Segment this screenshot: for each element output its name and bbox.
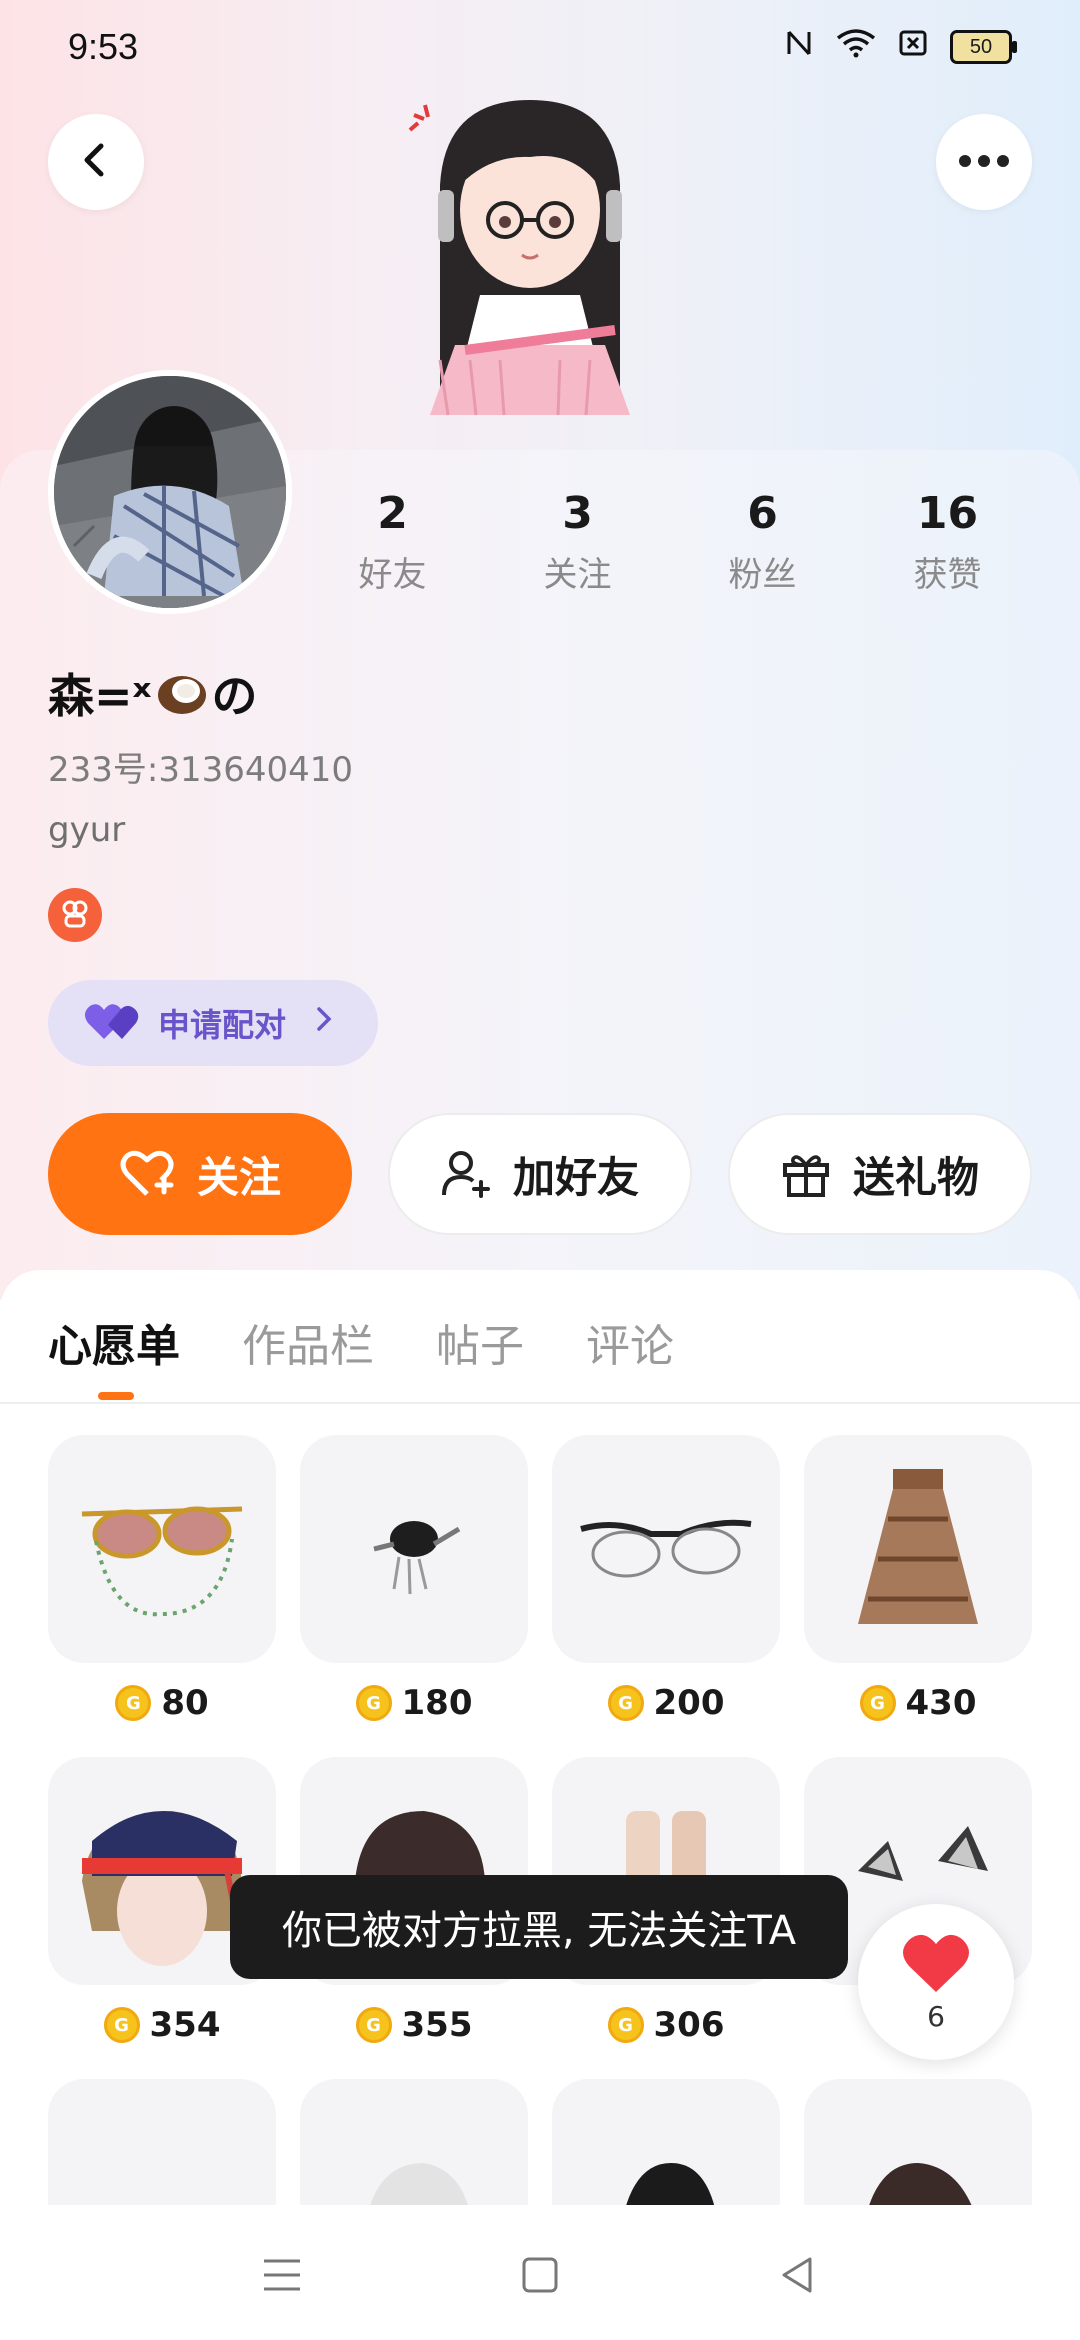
item-price: G 80 bbox=[48, 1683, 276, 1723]
tab-comments[interactable]: 评论 bbox=[586, 1310, 674, 1374]
tab-posts[interactable]: 帖子 bbox=[436, 1310, 524, 1374]
system-nav-bar bbox=[0, 2205, 1080, 2340]
triangle-back-icon bbox=[782, 2257, 812, 2293]
3d-avatar-girl-icon bbox=[400, 95, 680, 455]
follow-label: 关注 bbox=[196, 1152, 281, 1202]
price-value: 306 bbox=[653, 2005, 725, 2045]
hair-clip-icon bbox=[300, 1435, 528, 1663]
back-button[interactable] bbox=[48, 114, 144, 210]
tab-works[interactable]: 作品栏 bbox=[242, 1310, 374, 1374]
divider bbox=[0, 1402, 1080, 1404]
username: 森=ˣ の bbox=[48, 660, 258, 726]
tab-wishlist[interactable]: 心愿单 bbox=[48, 1310, 180, 1374]
send-gift-label: 送礼物 bbox=[852, 1152, 979, 1202]
coin-icon: G bbox=[859, 1685, 896, 1721]
status-bar: 9:53 50 bbox=[0, 0, 1080, 96]
square-icon bbox=[522, 2257, 558, 2293]
price-value: 200 bbox=[653, 1683, 725, 1723]
price-value: 354 bbox=[149, 2005, 221, 2045]
username-prefix: 森=ˣ bbox=[48, 669, 152, 723]
item-price: G 355 bbox=[300, 2005, 528, 2045]
tab-indicator bbox=[98, 1392, 134, 1400]
nfc-icon bbox=[784, 28, 814, 66]
stat-friends[interactable]: 2 好友 bbox=[300, 488, 485, 596]
menu-nav-button[interactable] bbox=[252, 2245, 312, 2305]
chevron-left-icon bbox=[76, 140, 116, 184]
price-value: 80 bbox=[161, 1683, 209, 1723]
user-bio: gyur bbox=[48, 810, 126, 850]
add-user-icon bbox=[441, 1151, 490, 1198]
coconut-emoji-icon bbox=[156, 671, 208, 715]
follow-button[interactable]: 关注 bbox=[48, 1113, 352, 1235]
like-count: 6 bbox=[927, 1999, 945, 2033]
toast-message: 你已被对方拉黑, 无法关注TA bbox=[230, 1875, 848, 1979]
coin-icon: G bbox=[607, 1685, 644, 1721]
menu-icon bbox=[264, 2259, 300, 2291]
tab-bar: 心愿单 作品栏 帖子 评论 bbox=[48, 1310, 674, 1374]
status-icons: 50 bbox=[784, 28, 1017, 66]
item-price: G 306 bbox=[552, 2005, 780, 2045]
battery-indicator: 50 bbox=[950, 30, 1017, 64]
stat-fans[interactable]: 6 粉丝 bbox=[670, 488, 855, 596]
item-price: G 430 bbox=[804, 1683, 1032, 1723]
price-value: 180 bbox=[401, 1683, 473, 1723]
heart-plus-icon bbox=[120, 1150, 174, 1196]
item-price: G 180 bbox=[300, 1683, 528, 1723]
coin-icon: G bbox=[355, 1685, 392, 1721]
add-friend-label: 加好友 bbox=[512, 1152, 639, 1202]
apply-pair-label: 申请配对 bbox=[158, 1006, 287, 1044]
home-nav-button[interactable] bbox=[510, 2245, 570, 2305]
stat-value: 2 bbox=[377, 488, 408, 539]
stat-value: 6 bbox=[747, 488, 778, 539]
group-badge[interactable] bbox=[48, 888, 102, 942]
stat-label: 粉丝 bbox=[728, 555, 797, 595]
stat-following[interactable]: 3 关注 bbox=[485, 488, 670, 596]
send-gift-button[interactable]: 送礼物 bbox=[728, 1113, 1032, 1235]
coin-icon: G bbox=[115, 1685, 152, 1721]
wishlist-item[interactable]: G 180 bbox=[300, 1435, 528, 1723]
wishlist-item[interactable]: G 80 bbox=[48, 1435, 276, 1723]
profile-stats: 2 好友 3 关注 6 粉丝 16 获赞 bbox=[300, 488, 1040, 596]
group-icon bbox=[58, 896, 92, 934]
chevron-right-icon bbox=[314, 1003, 334, 1043]
apply-pair-button[interactable]: 申请配对 bbox=[48, 980, 378, 1066]
gift-icon bbox=[782, 1155, 829, 1197]
stat-label: 关注 bbox=[543, 555, 612, 595]
item-price: G 354 bbox=[48, 2005, 276, 2045]
item-price: G 200 bbox=[552, 1683, 780, 1723]
wifi-icon bbox=[836, 28, 876, 66]
heart-icon bbox=[901, 1932, 971, 1998]
double-heart-icon bbox=[84, 1001, 144, 1045]
stat-label: 好友 bbox=[358, 555, 427, 595]
wishlist-item[interactable]: G 200 bbox=[552, 1435, 780, 1723]
stat-likes[interactable]: 16 获赞 bbox=[855, 488, 1040, 596]
stat-value: 16 bbox=[916, 488, 979, 539]
more-button[interactable] bbox=[936, 114, 1032, 210]
avatar[interactable] bbox=[48, 370, 292, 614]
coin-icon: G bbox=[355, 2007, 392, 2043]
content-section: 心愿单 作品栏 帖子 评论 G 80 G 180 G 200 G 430 G 3… bbox=[0, 1270, 1080, 2340]
stat-label: 获赞 bbox=[913, 555, 982, 595]
coin-icon: G bbox=[103, 2007, 140, 2043]
add-friend-button[interactable]: 加好友 bbox=[388, 1113, 692, 1235]
more-dots-icon bbox=[958, 153, 1010, 172]
status-time: 9:53 bbox=[68, 26, 139, 67]
like-button[interactable]: 6 bbox=[858, 1904, 1014, 2060]
back-nav-button[interactable] bbox=[768, 2245, 828, 2305]
sunglasses-chain-icon bbox=[48, 1435, 276, 1663]
sim-off-icon bbox=[898, 28, 928, 66]
price-value: 355 bbox=[401, 2005, 473, 2045]
glasses-icon bbox=[552, 1435, 780, 1663]
username-suffix: の bbox=[211, 669, 258, 723]
coin-icon: G bbox=[607, 2007, 644, 2043]
wishlist-item[interactable]: G 430 bbox=[804, 1435, 1032, 1723]
stat-value: 3 bbox=[562, 488, 593, 539]
skirt-icon bbox=[804, 1435, 1032, 1663]
user-id: 233号:313640410 bbox=[48, 750, 354, 790]
price-value: 430 bbox=[905, 1683, 977, 1723]
